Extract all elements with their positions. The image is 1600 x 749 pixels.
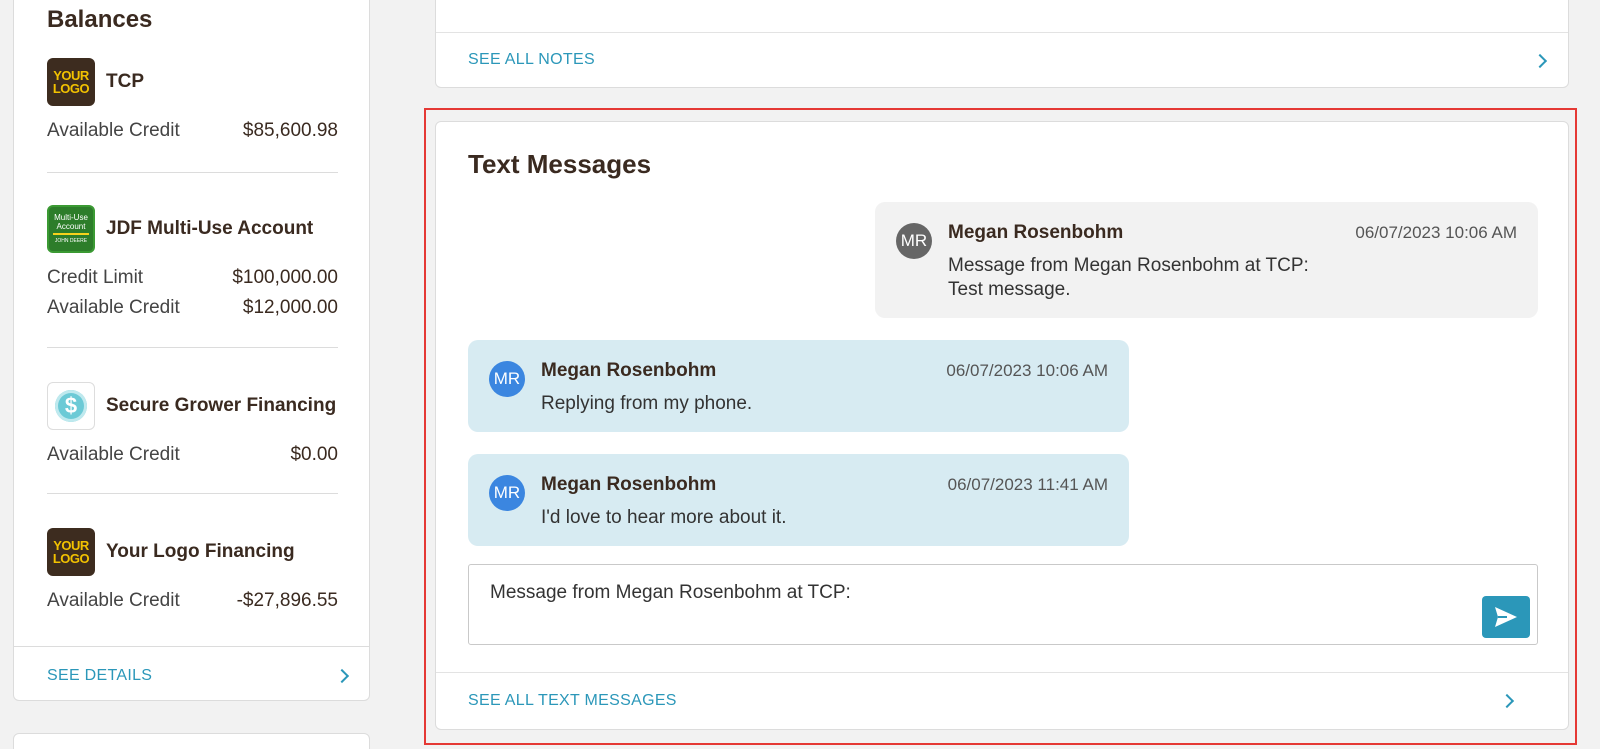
row-label: Available Credit: [47, 590, 180, 611]
account-name: TCP: [106, 71, 144, 92]
account-your-logo-financing[interactable]: YOUR LOGO Your Logo Financing Available C…: [47, 528, 338, 616]
account-row: Credit Limit $100,000.00: [47, 263, 338, 293]
chevron-right-icon[interactable]: [334, 668, 350, 684]
message-incoming: MR Megan Rosenbohm 06/07/2023 11:41 AM I…: [468, 454, 1129, 546]
row-value: $85,600.98: [242, 120, 338, 141]
notes-card: SEE ALL NOTES: [435, 0, 1569, 88]
divider: [47, 493, 338, 494]
divider: [436, 32, 1568, 33]
avatar: MR: [896, 223, 932, 259]
message-line: Message from Megan Rosenbohm at TCP:: [948, 255, 1309, 276]
chevron-right-icon[interactable]: [1499, 693, 1515, 709]
message-line: Test message.: [948, 279, 1071, 300]
row-value: -$27,896.55: [236, 590, 338, 611]
dollar-coin-icon: $: [47, 382, 95, 430]
send-button[interactable]: [1482, 596, 1530, 638]
balances-footer[interactable]: SEE DETAILS: [14, 646, 369, 702]
message-body: I'd love to hear more about it.: [541, 507, 787, 528]
account-secure-grower-financing[interactable]: $ Secure Grower Financing Available Cred…: [47, 382, 338, 470]
your-logo-icon: YOUR LOGO: [47, 528, 95, 576]
message-timestamp: 06/07/2023 11:41 AM: [947, 475, 1108, 494]
text-messages-card: Text Messages MR Megan Rosenbohm 06/07/2…: [435, 121, 1569, 730]
compose-text[interactable]: Message from Megan Rosenbohm at TCP:: [490, 582, 851, 604]
divider: [47, 347, 338, 348]
john-deere-logo-icon: Multi-Use Account JOHN DEERE: [47, 205, 95, 253]
message-sender: Megan Rosenbohm: [541, 474, 717, 495]
row-label: Credit Limit: [47, 267, 144, 288]
account-name: JDF Multi-Use Account: [106, 218, 314, 239]
your-logo-icon: YOUR LOGO: [47, 58, 95, 106]
row-value: $100,000.00: [232, 267, 338, 288]
message-compose-field[interactable]: Message from Megan Rosenbohm at TCP:: [468, 564, 1538, 645]
text-messages-title: Text Messages: [468, 149, 652, 179]
account-row: Available Credit $0.00: [47, 440, 338, 470]
message-sender: Megan Rosenbohm: [948, 222, 1124, 243]
message-incoming: MR Megan Rosenbohm 06/07/2023 10:06 AM R…: [468, 340, 1129, 432]
send-icon: [1495, 607, 1517, 627]
message-timestamp: 06/07/2023 10:06 AM: [1355, 223, 1517, 242]
text-messages-footer[interactable]: SEE ALL TEXT MESSAGES: [436, 672, 1568, 730]
row-value: $0.00: [290, 444, 338, 465]
row-label: Available Credit: [47, 444, 180, 465]
row-value: $12,000.00: [242, 297, 338, 318]
see-all-notes-link[interactable]: SEE ALL NOTES: [468, 51, 595, 69]
avatar: MR: [489, 475, 525, 511]
account-row: Available Credit $12,000.00: [47, 293, 338, 323]
message-body: Replying from my phone.: [541, 393, 753, 414]
account-row: Available Credit -$27,896.55: [47, 586, 338, 616]
row-label: Available Credit: [47, 297, 180, 318]
account-jdf-multi-use[interactable]: Multi-Use Account JOHN DEERE JDF Multi-U…: [47, 205, 338, 323]
account-tcp[interactable]: YOUR LOGO TCP Available Credit $85,600.98: [47, 58, 338, 146]
next-card: [13, 733, 370, 749]
avatar: MR: [489, 361, 525, 397]
message-sender: Megan Rosenbohm: [541, 360, 717, 381]
message-outgoing: MR Megan Rosenbohm 06/07/2023 10:06 AM M…: [875, 202, 1538, 318]
message-body: Message from Megan Rosenbohm at TCP: Tes…: [948, 254, 1309, 302]
row-label: Available Credit: [47, 120, 180, 141]
see-all-text-messages-link[interactable]: SEE ALL TEXT MESSAGES: [468, 692, 677, 710]
see-details-link[interactable]: SEE DETAILS: [47, 667, 152, 685]
account-row: Available Credit $85,600.98: [47, 116, 338, 146]
chevron-right-icon[interactable]: [1532, 53, 1548, 69]
balances-card: Balances YOUR LOGO TCP Available Credit $…: [13, 0, 370, 701]
divider: [47, 172, 338, 173]
account-name: Your Logo Financing: [106, 541, 295, 562]
balances-title: Balances: [47, 6, 153, 33]
account-name: Secure Grower Financing: [106, 395, 337, 416]
message-timestamp: 06/07/2023 10:06 AM: [946, 361, 1108, 380]
